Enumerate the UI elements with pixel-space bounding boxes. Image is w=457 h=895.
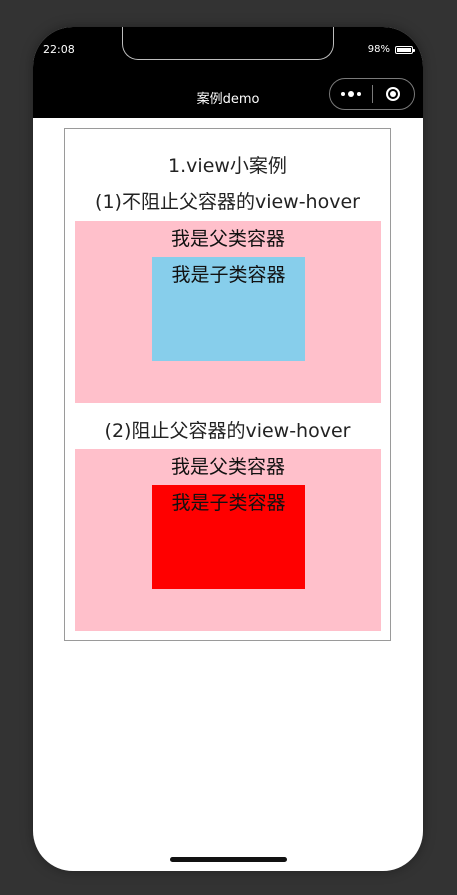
more-dots-icon[interactable] xyxy=(330,79,372,109)
status-time: 22:08 xyxy=(43,43,75,56)
child-container-1[interactable]: 我是子类容器 xyxy=(152,257,305,361)
section1-subtitle: (1)不阻止父容器的view-hover xyxy=(95,191,360,213)
parent-label: 我是父类容器 xyxy=(170,456,285,478)
ring xyxy=(386,87,401,101)
top-bar: 22:08 98% 案例demo xyxy=(33,27,423,118)
target-close-icon[interactable] xyxy=(373,79,414,109)
child-label: 我是子类容器 xyxy=(171,492,286,514)
child-label: 我是子类容器 xyxy=(171,264,286,286)
parent-container-2[interactable]: 我是父类容器 我是子类容器 xyxy=(75,449,381,631)
parent-container-1[interactable]: 我是父类容器 我是子类容器 xyxy=(75,221,381,403)
demo-container: 1.view小案例 (1)不阻止父容器的view-hover 我是父类容器 我是… xyxy=(64,128,391,641)
parent-label: 我是父类容器 xyxy=(170,228,285,250)
dot xyxy=(357,92,361,96)
notch xyxy=(122,27,334,60)
demo-heading: 1.view小案例 xyxy=(168,155,287,177)
phone-frame: 22:08 98% 案例demo 1.view小案例 (1)不阻止父容器的vie… xyxy=(33,27,423,871)
home-indicator xyxy=(170,857,287,862)
dot xyxy=(341,92,345,96)
battery-status: 98% xyxy=(367,44,415,55)
child-container-2[interactable]: 我是子类容器 xyxy=(152,485,305,589)
section2-subtitle: (2)阻止父容器的view-hover xyxy=(104,420,351,442)
battery-icon xyxy=(395,45,415,54)
battery-fill xyxy=(397,47,411,52)
battery-percent: 98% xyxy=(367,44,390,55)
menu-capsule xyxy=(329,78,415,110)
dot xyxy=(348,91,354,97)
ring-dot xyxy=(390,91,397,97)
